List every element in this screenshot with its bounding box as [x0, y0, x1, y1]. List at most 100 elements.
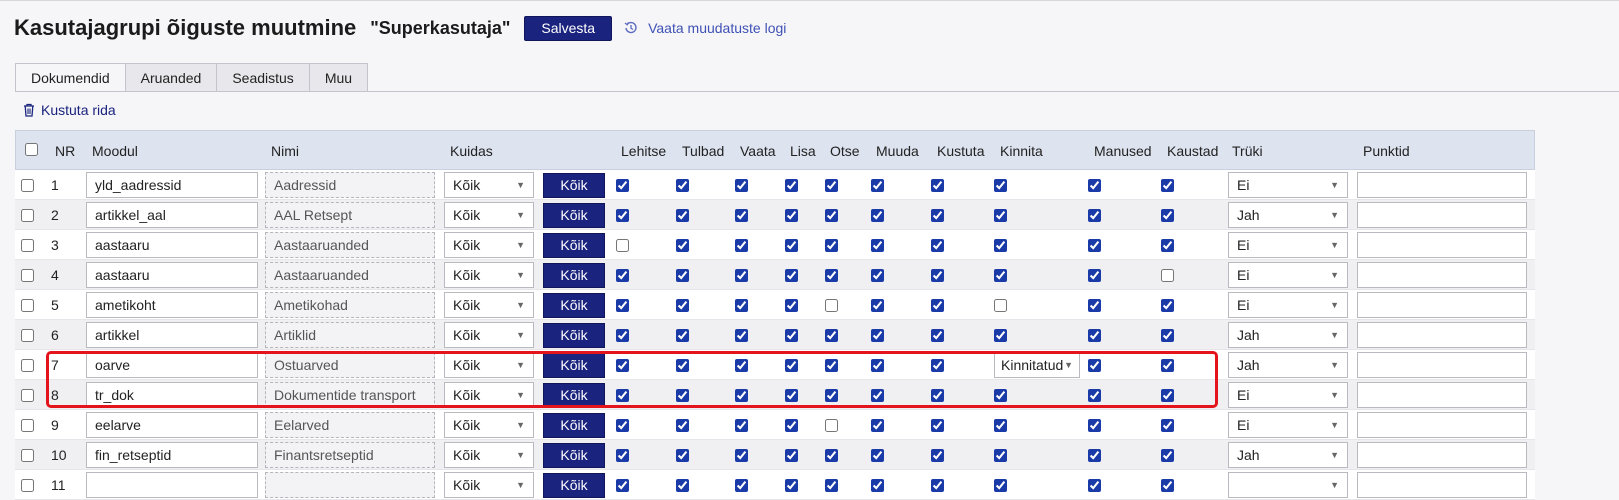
delete-checkbox[interactable] [931, 358, 944, 372]
view-checkbox[interactable] [735, 358, 748, 372]
how-select[interactable]: Kõik ▼ [444, 352, 534, 378]
module-input[interactable] [86, 262, 258, 288]
attachments-checkbox[interactable] [1088, 448, 1101, 462]
confirm-checkbox[interactable] [994, 328, 1007, 342]
module-input[interactable] [86, 202, 258, 228]
columns-checkbox[interactable] [676, 388, 689, 402]
row-select-checkbox[interactable] [21, 298, 34, 312]
view-checkbox[interactable] [735, 388, 748, 402]
how-select[interactable]: Kõik ▼ [444, 292, 534, 318]
edit-checkbox[interactable] [871, 448, 884, 462]
edit-checkbox[interactable] [871, 268, 884, 282]
points-input[interactable] [1357, 442, 1527, 468]
delete-checkbox[interactable] [931, 298, 944, 312]
folders-checkbox[interactable] [1161, 178, 1174, 192]
search-checkbox[interactable] [825, 358, 838, 372]
row-select-checkbox[interactable] [21, 358, 34, 372]
browse-checkbox[interactable] [616, 178, 629, 192]
folders-checkbox[interactable] [1161, 418, 1174, 432]
add-checkbox[interactable] [785, 388, 798, 402]
add-checkbox[interactable] [785, 448, 798, 462]
view-checkbox[interactable] [735, 298, 748, 312]
module-input[interactable] [86, 292, 258, 318]
print-select[interactable]: Ei ▼ [1228, 262, 1348, 288]
columns-checkbox[interactable] [676, 418, 689, 432]
how-select[interactable]: Kõik ▼ [444, 472, 534, 498]
add-checkbox[interactable] [785, 268, 798, 282]
row-select-checkbox[interactable] [21, 418, 34, 432]
folders-checkbox[interactable] [1161, 448, 1174, 462]
columns-checkbox[interactable] [676, 448, 689, 462]
points-input[interactable] [1357, 352, 1527, 378]
folders-checkbox[interactable] [1161, 298, 1174, 312]
print-select[interactable]: Ei ▼ [1228, 172, 1348, 198]
browse-checkbox[interactable] [616, 448, 629, 462]
browse-checkbox[interactable] [616, 268, 629, 282]
browse-checkbox[interactable] [616, 358, 629, 372]
print-select[interactable]: Jah ▼ [1228, 202, 1348, 228]
delete-checkbox[interactable] [931, 388, 944, 402]
points-input[interactable] [1357, 412, 1527, 438]
print-select[interactable]: Jah ▼ [1228, 322, 1348, 348]
columns-checkbox[interactable] [676, 268, 689, 282]
confirm-checkbox[interactable] [994, 298, 1007, 312]
save-button[interactable]: Salvesta [524, 15, 613, 41]
row-select-checkbox[interactable] [21, 208, 34, 222]
view-checkbox[interactable] [735, 208, 748, 222]
edit-checkbox[interactable] [871, 178, 884, 192]
delete-checkbox[interactable] [931, 418, 944, 432]
points-input[interactable] [1357, 322, 1527, 348]
points-input[interactable] [1357, 292, 1527, 318]
delete-checkbox[interactable] [931, 448, 944, 462]
module-input[interactable] [86, 232, 258, 258]
search-checkbox[interactable] [825, 388, 838, 402]
folders-checkbox[interactable] [1161, 208, 1174, 222]
row-select-checkbox[interactable] [21, 328, 34, 342]
tab-reports[interactable]: Aruanded [125, 63, 218, 92]
how-select[interactable]: Kõik ▼ [444, 172, 534, 198]
delete-checkbox[interactable] [931, 238, 944, 252]
row-select-checkbox[interactable] [21, 238, 34, 252]
row-select-checkbox[interactable] [21, 448, 34, 462]
delete-row-button[interactable]: Kustuta rida [23, 102, 116, 118]
attachments-checkbox[interactable] [1088, 238, 1101, 252]
select-all-rights-button[interactable]: Kõik [543, 202, 605, 228]
add-checkbox[interactable] [785, 238, 798, 252]
points-input[interactable] [1357, 472, 1527, 498]
attachments-checkbox[interactable] [1088, 298, 1101, 312]
module-input[interactable] [86, 382, 258, 408]
edit-checkbox[interactable] [871, 388, 884, 402]
confirm-checkbox[interactable] [994, 208, 1007, 222]
confirm-checkbox[interactable] [994, 418, 1007, 432]
columns-checkbox[interactable] [676, 298, 689, 312]
attachments-checkbox[interactable] [1088, 328, 1101, 342]
add-checkbox[interactable] [785, 418, 798, 432]
print-select[interactable]: ▼ [1228, 472, 1348, 498]
browse-checkbox[interactable] [616, 418, 629, 432]
add-checkbox[interactable] [785, 178, 798, 192]
module-input[interactable] [86, 412, 258, 438]
module-input[interactable] [86, 352, 258, 378]
edit-checkbox[interactable] [871, 238, 884, 252]
folders-checkbox[interactable] [1161, 388, 1174, 402]
confirm-select[interactable]: Kinnitatud ▼ [994, 352, 1080, 378]
confirm-checkbox[interactable] [994, 238, 1007, 252]
tab-other[interactable]: Muu [309, 63, 369, 92]
search-checkbox[interactable] [825, 208, 838, 222]
search-checkbox[interactable] [825, 298, 838, 312]
select-all-rights-button[interactable]: Kõik [543, 352, 605, 378]
select-all-rights-button[interactable]: Kõik [543, 382, 605, 408]
select-all-rights-button[interactable]: Kõik [543, 412, 605, 438]
attachments-checkbox[interactable] [1088, 388, 1101, 402]
change-log-link[interactable]: Vaata muudatuste logi [648, 20, 786, 36]
points-input[interactable] [1357, 262, 1527, 288]
search-checkbox[interactable] [825, 238, 838, 252]
browse-checkbox[interactable] [616, 328, 629, 342]
how-select[interactable]: Kõik ▼ [444, 322, 534, 348]
edit-checkbox[interactable] [871, 298, 884, 312]
columns-checkbox[interactable] [676, 238, 689, 252]
view-checkbox[interactable] [735, 238, 748, 252]
search-checkbox[interactable] [825, 418, 838, 432]
search-checkbox[interactable] [825, 178, 838, 192]
print-select[interactable]: Jah ▼ [1228, 442, 1348, 468]
